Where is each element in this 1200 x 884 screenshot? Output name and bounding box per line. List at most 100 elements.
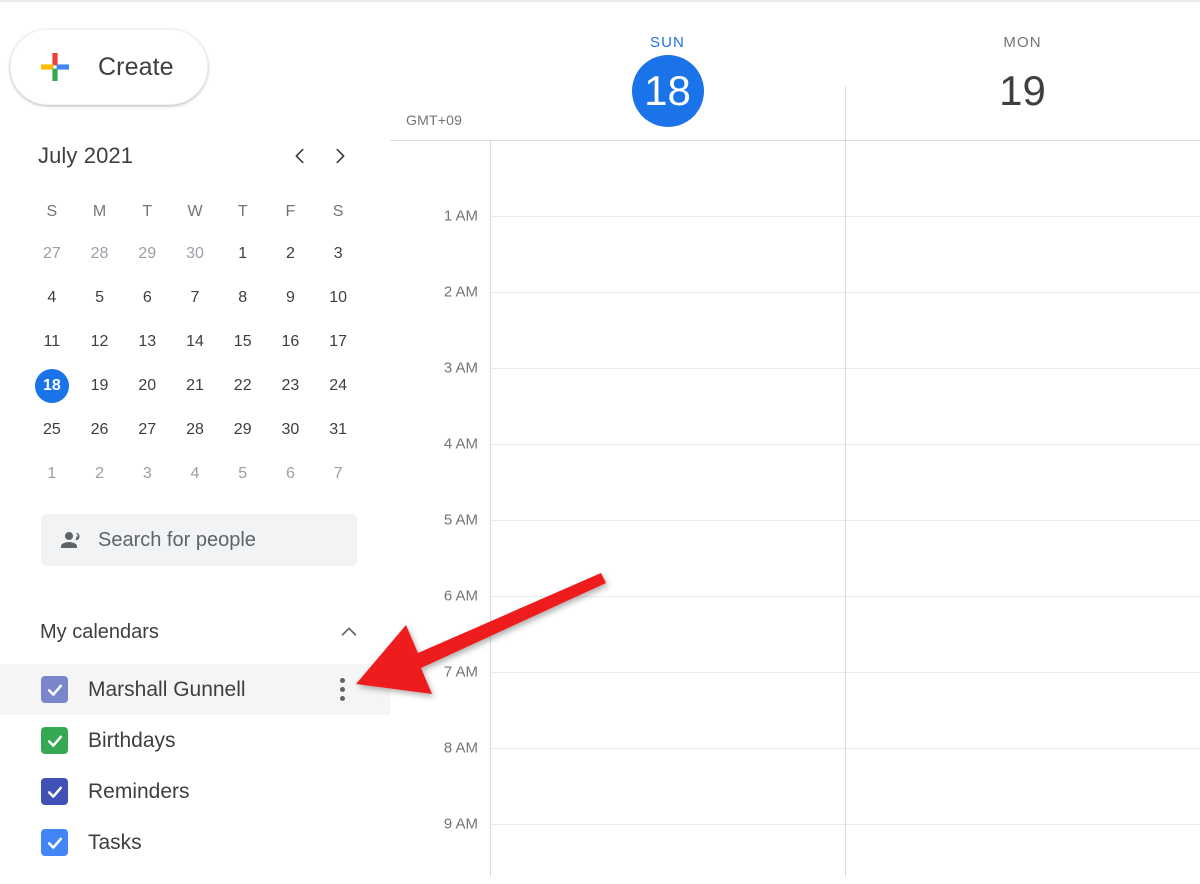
- mini-calendar-day[interactable]: 4: [171, 452, 219, 496]
- mini-calendar-day-number: 20: [138, 377, 157, 394]
- mini-calendar-day[interactable]: 1: [219, 232, 267, 276]
- mini-calendar-day-number: 13: [138, 333, 157, 350]
- day-header-date-number: 19: [999, 67, 1046, 114]
- calendar-list-item[interactable]: Reminders: [0, 766, 390, 817]
- mini-calendar-day-number: 16: [281, 333, 300, 350]
- calendar-visibility-checkbox[interactable]: [41, 727, 68, 754]
- sidebar: Create July 2021 S M T W T F S 27 28 29 30 1 2 3 4 5 6 7 8…: [0, 2, 390, 879]
- mini-calendar-day-number: 15: [233, 333, 252, 350]
- mini-calendar-next-month-button[interactable]: [320, 136, 360, 176]
- hour-label: 1 AM: [443, 207, 478, 225]
- mini-calendar-day[interactable]: 27: [123, 408, 171, 452]
- calendar-list-item[interactable]: Marshall Gunnell: [0, 664, 390, 715]
- mini-calendar-day[interactable]: 7: [314, 452, 362, 496]
- mini-calendar-day[interactable]: 21: [171, 364, 219, 408]
- mini-calendar-day[interactable]: 2: [267, 232, 315, 276]
- mini-calendar-day-number: 19: [90, 377, 109, 394]
- mini-calendar-day-number: 10: [329, 289, 348, 306]
- mini-calendar-day[interactable]: 20: [123, 364, 171, 408]
- mini-calendar-day[interactable]: 13: [123, 320, 171, 364]
- mini-calendar-day[interactable]: 7: [171, 276, 219, 320]
- mini-calendar-day[interactable]: 27: [28, 232, 76, 276]
- calendar-list-item[interactable]: Birthdays: [0, 715, 390, 766]
- my-calendars-list: Marshall Gunnell Birthdays Reminders Tasks: [0, 664, 390, 868]
- mini-calendar-day[interactable]: 8: [219, 276, 267, 320]
- mini-calendar-day[interactable]: 24: [314, 364, 362, 408]
- mini-calendar-day[interactable]: 6: [267, 452, 315, 496]
- mini-calendar-day-number: 21: [186, 377, 204, 394]
- chevron-up-icon: [338, 621, 360, 643]
- column-divider: [845, 140, 846, 877]
- mini-calendar-day-number: 17: [329, 333, 348, 350]
- mini-calendar-weekday-2: T: [142, 203, 153, 220]
- mini-calendar-day-number: 24: [329, 377, 348, 394]
- dot: [339, 678, 345, 683]
- search-for-people-field[interactable]: Search for people: [41, 514, 357, 566]
- mini-calendar-day[interactable]: 30: [171, 232, 219, 276]
- my-calendars-section-header[interactable]: My calendars: [0, 607, 390, 657]
- day-header-sun[interactable]: SUN 18: [490, 2, 845, 140]
- timezone-label: GMT+09: [406, 112, 463, 128]
- day-header-divider: [845, 86, 846, 140]
- mini-calendar-day[interactable]: 3: [123, 452, 171, 496]
- calendar-visibility-checkbox[interactable]: [41, 676, 68, 703]
- mini-calendar-weekday-4: T: [237, 203, 248, 220]
- mini-calendar-day-number: 4: [190, 465, 200, 482]
- mini-calendar-day-number: 6: [285, 465, 295, 482]
- mini-calendar-day[interactable]: 16: [267, 320, 315, 364]
- mini-calendar-header: July 2021: [0, 130, 390, 182]
- calendar-visibility-checkbox[interactable]: [41, 829, 68, 856]
- day-header-date-number: 18: [631, 55, 704, 127]
- mini-calendar-day-number: 22: [233, 377, 252, 394]
- calendar-options-menu[interactable]: [330, 670, 354, 710]
- my-calendars-title: My calendars: [40, 620, 159, 643]
- google-plus-multicolor-icon: [34, 46, 76, 88]
- day-header-mon[interactable]: MON 19: [845, 2, 1200, 140]
- mini-calendar-prev-month-button[interactable]: [280, 136, 320, 176]
- mini-calendar-day-number: 2: [285, 245, 295, 262]
- hour-label: 9 AM: [443, 815, 478, 833]
- mini-calendar-day[interactable]: 28: [76, 232, 124, 276]
- mini-calendar-day-number: 28: [186, 421, 204, 438]
- mini-calendar-day[interactable]: 9: [267, 276, 315, 320]
- mini-calendar-day[interactable]: 3: [314, 232, 362, 276]
- mini-calendar-day[interactable]: 29: [219, 408, 267, 452]
- mini-calendar-day[interactable]: 4: [28, 276, 76, 320]
- mini-calendar-day[interactable]: 17: [314, 320, 362, 364]
- hour-label: 2 AM: [443, 283, 478, 301]
- mini-calendar-day[interactable]: 31: [314, 408, 362, 452]
- hour-label: 3 AM: [443, 359, 478, 377]
- mini-calendar-day[interactable]: 5: [76, 276, 124, 320]
- mini-calendar: July 2021 S M T W T F S 27 28 29 30 1 2 3 4 5 6 7 8 9 10 11 12…: [0, 130, 390, 496]
- create-button-label: Create: [98, 52, 174, 81]
- calendar-visibility-checkbox[interactable]: [41, 778, 68, 805]
- calendar-name-label: Marshall Gunnell: [88, 677, 246, 701]
- mini-calendar-day[interactable]: 11: [28, 320, 76, 364]
- chevron-left-icon: [289, 145, 311, 167]
- mini-calendar-day[interactable]: 12: [76, 320, 124, 364]
- mini-calendar-day[interactable]: 22: [219, 364, 267, 408]
- mini-calendar-day[interactable]: 28: [171, 408, 219, 452]
- mini-calendar-day[interactable]: 18: [28, 364, 76, 408]
- mini-calendar-day[interactable]: 15: [219, 320, 267, 364]
- day-headers-row: GMT+09 SUN 18 MON 19: [390, 2, 1200, 141]
- mini-calendar-day[interactable]: 2: [76, 452, 124, 496]
- day-header-weekday-label: SUN: [650, 34, 685, 51]
- mini-calendar-day[interactable]: 23: [267, 364, 315, 408]
- day-header-weekday-label: MON: [1003, 34, 1042, 51]
- mini-calendar-day-number: 30: [281, 421, 300, 438]
- mini-calendar-day[interactable]: 6: [123, 276, 171, 320]
- mini-calendar-day[interactable]: 14: [171, 320, 219, 364]
- mini-calendar-day[interactable]: 30: [267, 408, 315, 452]
- mini-calendar-day[interactable]: 5: [219, 452, 267, 496]
- mini-calendar-day[interactable]: 25: [28, 408, 76, 452]
- calendar-list-item[interactable]: Tasks: [0, 817, 390, 868]
- mini-calendar-day-number: 12: [90, 333, 109, 350]
- calendar-name-label: Tasks: [88, 830, 142, 854]
- mini-calendar-day[interactable]: 1: [28, 452, 76, 496]
- mini-calendar-day[interactable]: 26: [76, 408, 124, 452]
- mini-calendar-day[interactable]: 19: [76, 364, 124, 408]
- create-button[interactable]: Create: [10, 29, 208, 105]
- mini-calendar-day[interactable]: 29: [123, 232, 171, 276]
- mini-calendar-day[interactable]: 10: [314, 276, 362, 320]
